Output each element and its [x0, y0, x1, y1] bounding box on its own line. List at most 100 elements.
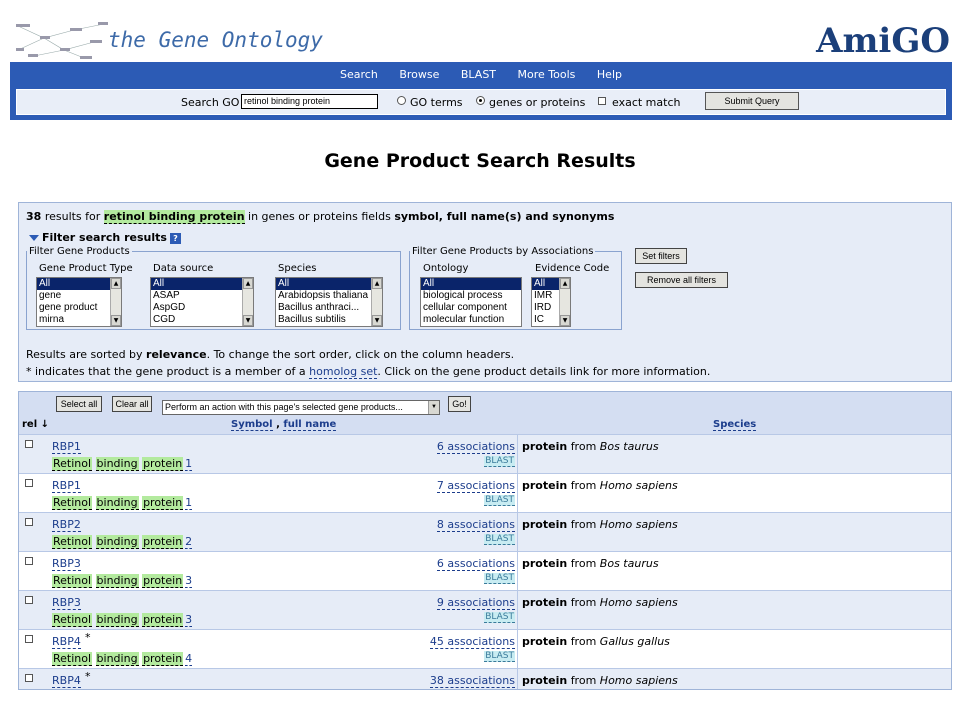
results-toolbar: Select all Clear all Perform an action w… [19, 392, 951, 418]
nav-browse[interactable]: Browse [399, 68, 439, 81]
gene-symbol-link[interactable]: RBP1 [52, 440, 81, 454]
list-option[interactable]: ASAP [151, 290, 253, 302]
associations-link[interactable]: 6 associations [436, 440, 515, 454]
exact-match-checkbox[interactable] [598, 97, 606, 105]
ontology-graph-icon [16, 22, 108, 59]
scroll-down-icon[interactable]: ▼ [111, 315, 121, 326]
scroll-up-icon[interactable]: ▲ [111, 278, 121, 289]
gene-symbol-link[interactable]: RBP4 [52, 674, 81, 688]
blast-link[interactable]: BLAST [484, 495, 515, 506]
row-checkbox[interactable] [25, 674, 33, 682]
help-icon[interactable]: ? [169, 233, 181, 244]
list-option[interactable]: Bacillus subtilis [276, 314, 382, 326]
scroll-down-icon[interactable]: ▼ [243, 315, 253, 326]
list-option[interactable]: All [276, 278, 382, 290]
blast-link[interactable]: BLAST [484, 573, 515, 584]
full-name-word: Retinol [52, 535, 93, 549]
list-option[interactable]: All [421, 278, 521, 290]
blast-link[interactable]: BLAST [484, 456, 515, 467]
chevron-down-icon[interactable]: ▼ [428, 401, 439, 414]
list-option[interactable]: AspGD [151, 302, 253, 314]
column-divider [517, 435, 518, 473]
row-checkbox[interactable] [25, 635, 33, 643]
scrollbar[interactable]: ▲ ▼ [559, 278, 570, 326]
scroll-up-icon[interactable]: ▲ [243, 278, 253, 289]
table-row: RBP2 Retinol binding protein 2 8 associatio… [19, 512, 951, 551]
column-divider [517, 552, 518, 590]
nav-more-tools[interactable]: More Tools [518, 68, 576, 81]
associations-link[interactable]: 38 associations [429, 674, 515, 688]
associations-link[interactable]: 6 associations [436, 557, 515, 571]
gene-product-type-listbox[interactable]: All gene gene product mirna ▲ ▼ [36, 277, 122, 327]
associations-link[interactable]: 45 associations [429, 635, 515, 649]
list-option[interactable]: molecular function [421, 314, 521, 326]
col-species[interactable]: Species [713, 419, 757, 431]
search-input[interactable]: retinol binding protein [241, 94, 378, 109]
col-rel[interactable]: rel ↓ [22, 419, 49, 430]
action-select[interactable]: Perform an action with this page's selec… [162, 400, 440, 415]
table-row: RBP1 Retinol binding protein 1 6 associatio… [19, 434, 951, 473]
full-name: Retinol binding protein 3 [52, 613, 193, 627]
nav-search[interactable]: Search [340, 68, 378, 81]
homolog-star: * [85, 631, 91, 644]
scrollbar[interactable]: ▲ ▼ [242, 278, 253, 326]
gene-symbol-link[interactable]: RBP3 [52, 557, 81, 571]
nav-help[interactable]: Help [597, 68, 622, 81]
gene-symbol-link[interactable]: RBP1 [52, 479, 81, 493]
list-option[interactable]: biological process [421, 290, 521, 302]
set-filters-button[interactable]: Set filters [635, 248, 687, 264]
col-symbol[interactable]: Symbol [231, 419, 273, 431]
list-option[interactable]: Arabidopsis thaliana [276, 290, 382, 302]
gene-product-type: protein [522, 674, 568, 687]
remove-all-filters-button[interactable]: Remove all filters [635, 272, 728, 288]
amigo-logo[interactable]: AmiGO [816, 21, 950, 61]
scrollbar[interactable]: ▲ ▼ [110, 278, 121, 326]
associations-link[interactable]: 7 associations [436, 479, 515, 493]
scrollbar[interactable]: ▲ ▼ [371, 278, 382, 326]
scroll-down-icon[interactable]: ▼ [560, 315, 570, 326]
gene-symbol-link[interactable]: RBP3 [52, 596, 81, 610]
ontology-listbox[interactable]: All biological process cellular componen… [420, 277, 522, 327]
data-source-listbox[interactable]: All ASAP AspGD CGD ▲ ▼ [150, 277, 254, 327]
blast-link[interactable]: BLAST [484, 612, 515, 623]
list-option[interactable]: gene product [37, 302, 121, 314]
list-option[interactable]: gene [37, 290, 121, 302]
list-option[interactable]: All [37, 278, 121, 290]
fields-list: symbol, full name(s) and synonyms [394, 210, 615, 223]
col-fullname[interactable]: full name [283, 419, 337, 431]
homolog-set-link[interactable]: homolog set [309, 365, 378, 379]
submit-query-button[interactable]: Submit Query [705, 92, 799, 110]
exact-match-label: exact match [612, 96, 681, 109]
row-checkbox[interactable] [25, 479, 33, 487]
scroll-up-icon[interactable]: ▲ [560, 278, 570, 289]
species-listbox[interactable]: All Arabidopsis thaliana Bacillus anthra… [275, 277, 383, 327]
row-checkbox[interactable] [25, 518, 33, 526]
row-checkbox[interactable] [25, 440, 33, 448]
radio-genes-proteins[interactable] [476, 96, 485, 105]
filter-toggle[interactable]: Filter search results? [29, 231, 181, 244]
blast-link[interactable]: BLAST [484, 534, 515, 545]
clear-all-button[interactable]: Clear all [112, 396, 152, 412]
select-all-button[interactable]: Select all [56, 396, 102, 412]
scroll-up-icon[interactable]: ▲ [372, 278, 382, 289]
scroll-down-icon[interactable]: ▼ [372, 315, 382, 326]
radio-go-terms[interactable] [397, 96, 406, 105]
blast-link[interactable]: BLAST [484, 651, 515, 662]
associations-link[interactable]: 8 associations [436, 518, 515, 532]
list-option[interactable]: Bacillus anthraci... [276, 302, 382, 314]
row-checkbox[interactable] [25, 596, 33, 604]
associations-link[interactable]: 9 associations [436, 596, 515, 610]
result-count: 38 [26, 210, 42, 223]
gene-symbol-link[interactable]: RBP2 [52, 518, 81, 532]
list-option[interactable]: CGD [151, 314, 253, 326]
evidence-code-listbox[interactable]: All IMR IRD IC ▲ ▼ [531, 277, 571, 327]
go-button[interactable]: Go! [448, 396, 471, 412]
list-option[interactable]: mirna [37, 314, 121, 326]
list-option[interactable]: cellular component [421, 302, 521, 314]
row-checkbox[interactable] [25, 557, 33, 565]
gene-symbol-link[interactable]: RBP4 [52, 635, 81, 649]
full-name-word: binding [95, 613, 139, 627]
list-option[interactable]: All [151, 278, 253, 290]
nav-blast[interactable]: BLAST [461, 68, 496, 81]
site-title[interactable]: the Gene Ontology [108, 28, 323, 52]
